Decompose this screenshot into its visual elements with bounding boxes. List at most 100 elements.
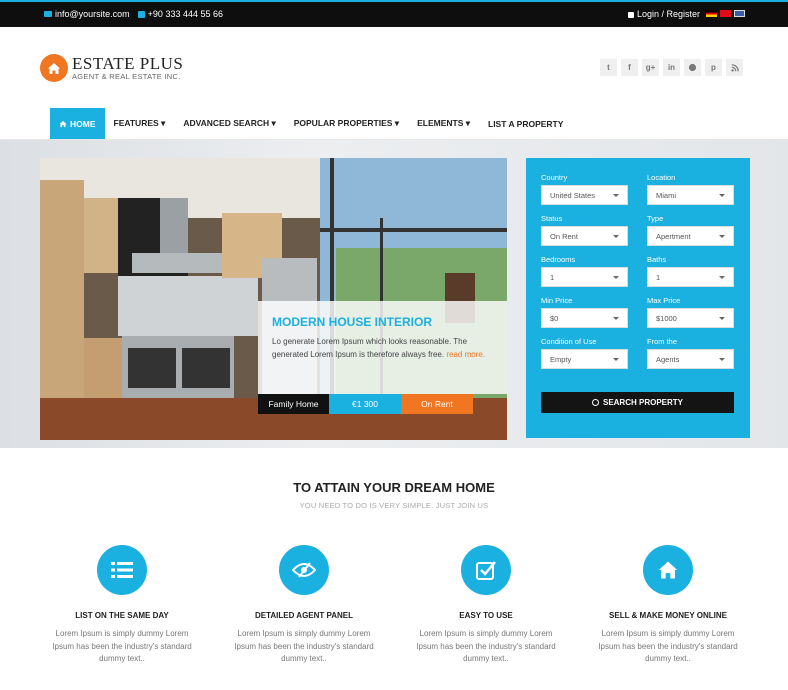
- login-register-link[interactable]: Login / Register: [628, 9, 700, 19]
- facebook-icon[interactable]: f: [621, 59, 638, 76]
- phone-text: +90 333 444 55 66: [147, 9, 223, 19]
- nav-features[interactable]: FEATURES ▾: [105, 108, 175, 139]
- nav-advanced-search[interactable]: ADVANCED SEARCH ▾: [174, 108, 284, 139]
- search-property-button[interactable]: SEARCH PROPERTY: [541, 392, 734, 413]
- email-contact[interactable]: info@yoursite.com: [44, 9, 130, 19]
- property-price-tag: €1 300: [329, 394, 401, 414]
- location-select[interactable]: Miami: [647, 185, 734, 205]
- section-title: TO ATTAIN YOUR DREAM HOME: [293, 480, 495, 495]
- location-value: Miami: [656, 190, 676, 200]
- home-icon[interactable]: [643, 545, 693, 595]
- bedrooms-field: Bedrooms 1: [541, 255, 628, 287]
- feature-item: SELL & MAKE MONEY ONLINE Lorem Ipsum is …: [593, 545, 743, 666]
- top-bar: info@yoursite.com +90 333 444 55 66 Logi…: [0, 0, 788, 27]
- chevron-down-icon: [613, 194, 619, 197]
- baths-select[interactable]: 1: [647, 267, 734, 287]
- property-type-tag: Family Home: [258, 394, 329, 414]
- chevron-down-icon: [719, 317, 725, 320]
- min-price-value: $0: [550, 313, 559, 323]
- pinterest-icon[interactable]: p: [705, 59, 722, 76]
- description-text: Lo generate Lorem Ipsum which looks reas…: [272, 337, 468, 359]
- bedrooms-value: 1: [550, 272, 555, 282]
- feature-title: EASY TO USE: [459, 611, 513, 620]
- nav-home[interactable]: HOME: [50, 108, 105, 139]
- nav-home-label: HOME: [70, 118, 96, 129]
- chevron-down-icon: [719, 235, 725, 238]
- condition-value: Empty: [550, 354, 572, 364]
- google-plus-icon[interactable]: g+: [642, 59, 659, 76]
- status-label: Status: [541, 214, 563, 223]
- feature-item: LIST ON THE SAME DAY Lorem Ipsum is simp…: [47, 545, 197, 666]
- contact-info: info@yoursite.com +90 333 444 55 66: [44, 9, 223, 19]
- min-price-field: Min Price $0: [541, 296, 628, 328]
- language-switcher: [706, 10, 745, 17]
- country-label: Country: [541, 173, 568, 182]
- chevron-down-icon: [613, 235, 619, 238]
- country-field: Country United States: [541, 173, 628, 205]
- search-button-label: SEARCH PROPERTY: [602, 398, 683, 407]
- condition-label: Condition of Use: [541, 337, 597, 346]
- country-select[interactable]: United States: [541, 185, 628, 205]
- nav-list-property[interactable]: LIST A PROPERTY: [479, 108, 572, 139]
- location-field: Location Miami: [647, 173, 734, 205]
- type-value: Apertment: [656, 231, 691, 241]
- feature-description: Lorem Ipsum is simply dummy Lorem Ipsum …: [52, 629, 192, 663]
- login-text: Login / Register: [637, 9, 701, 19]
- envelope-icon: [44, 11, 52, 17]
- bedrooms-select[interactable]: 1: [541, 267, 628, 287]
- english-flag-icon[interactable]: [734, 10, 745, 17]
- nav-elements[interactable]: ELEMENTS ▾: [408, 108, 479, 139]
- phone-icon: [137, 10, 145, 18]
- brand-name[interactable]: ESTATE PLUS: [72, 54, 183, 74]
- feature-item: DETAILED AGENT PANEL Lorem Ipsum is simp…: [229, 545, 379, 666]
- feature-item: EASY TO USE Lorem Ipsum is simply dummy …: [411, 545, 561, 666]
- chevron-down-icon: [719, 358, 725, 361]
- featured-property-caption: MODERN HOUSE INTERIOR Lo generate Lorem …: [258, 301, 507, 394]
- baths-label: Baths: [647, 255, 667, 264]
- github-icon[interactable]: [684, 59, 701, 76]
- chevron-down-icon: [613, 358, 619, 361]
- type-field: Type Apertment: [647, 214, 734, 246]
- from-value: Agents: [656, 354, 680, 364]
- baths-field: Baths 1: [647, 255, 734, 287]
- status-select[interactable]: On Rent: [541, 226, 628, 246]
- twitter-icon[interactable]: t: [600, 59, 617, 76]
- checkbox-icon[interactable]: [461, 545, 511, 595]
- bedrooms-label: Bedrooms: [541, 255, 576, 264]
- max-price-select[interactable]: $1000: [647, 308, 734, 328]
- chevron-down-icon: [719, 194, 725, 197]
- condition-select[interactable]: Empty: [541, 349, 628, 369]
- turkish-flag-icon[interactable]: [720, 10, 731, 17]
- property-search-panel: Country United States Location Miami Sta…: [526, 158, 750, 438]
- social-links: t f g+ in p: [600, 59, 743, 76]
- condition-field: Condition of Use Empty: [541, 337, 628, 369]
- rss-icon[interactable]: [726, 59, 743, 76]
- feature-description: Lorem Ipsum is simply dummy Lorem Ipsum …: [234, 629, 374, 663]
- status-value: On Rent: [550, 231, 578, 241]
- phone-contact[interactable]: +90 333 444 55 66: [137, 9, 223, 19]
- from-field: From the Agents: [647, 337, 734, 369]
- home-nav-icon: [59, 120, 67, 127]
- section-subtitle: YOU NEED TO DO IS VERY SIMPLE. JUST JOIN…: [299, 501, 489, 510]
- list-icon[interactable]: [97, 545, 147, 595]
- feature-description: Lorem Ipsum is simply dummy Lorem Ipsum …: [598, 629, 738, 663]
- eye-icon[interactable]: [279, 545, 329, 595]
- featured-property-title[interactable]: MODERN HOUSE INTERIOR: [272, 315, 493, 329]
- max-price-label: Max Price: [647, 296, 681, 305]
- status-field: Status On Rent: [541, 214, 628, 246]
- brand-tagline: AGENT & REAL ESTATE INC.: [72, 72, 181, 81]
- type-label: Type: [647, 214, 664, 223]
- nav-popular-properties[interactable]: POPULAR PROPERTIES ▾: [285, 108, 408, 139]
- search-icon: [591, 399, 599, 406]
- min-price-select[interactable]: $0: [541, 308, 628, 328]
- german-flag-icon[interactable]: [706, 10, 717, 17]
- logo-house-icon[interactable]: [40, 54, 68, 82]
- feature-description: Lorem Ipsum is simply dummy Lorem Ipsum …: [416, 629, 556, 663]
- location-label: Location: [647, 173, 676, 182]
- type-select[interactable]: Apertment: [647, 226, 734, 246]
- read-more-link[interactable]: read more.: [446, 350, 485, 359]
- max-price-field: Max Price $1000: [647, 296, 734, 328]
- feature-title: DETAILED AGENT PANEL: [254, 611, 354, 620]
- from-select[interactable]: Agents: [647, 349, 734, 369]
- linkedin-icon[interactable]: in: [663, 59, 680, 76]
